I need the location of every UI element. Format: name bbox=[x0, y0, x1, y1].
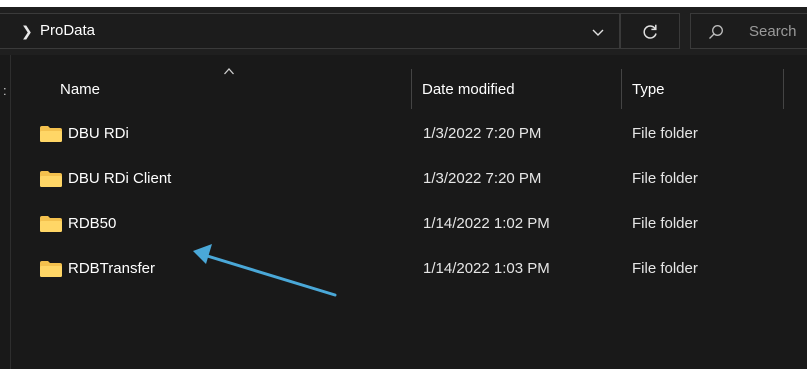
chevron-down-icon[interactable] bbox=[585, 19, 611, 45]
search-input[interactable]: Search bbox=[690, 13, 807, 49]
column-divider[interactable] bbox=[411, 69, 412, 109]
file-date-modified: 1/14/2022 1:03 PM bbox=[423, 260, 550, 277]
column-divider[interactable] bbox=[621, 69, 622, 109]
column-divider[interactable] bbox=[783, 69, 784, 109]
refresh-button[interactable] bbox=[620, 13, 680, 49]
search-placeholder: Search bbox=[749, 23, 797, 40]
sort-ascending-icon bbox=[224, 68, 234, 75]
folder-icon bbox=[40, 261, 62, 277]
folder-icon bbox=[40, 216, 62, 232]
file-row-rdbtransfer[interactable]: RDBTransfer 1/14/2022 1:03 PM File folde… bbox=[10, 246, 807, 291]
address-bar-region: ❯ ProData Search bbox=[0, 7, 807, 55]
folder-icon bbox=[40, 171, 62, 187]
file-date-modified: 1/3/2022 7:20 PM bbox=[423, 125, 542, 142]
file-name[interactable]: DBU RDi bbox=[68, 125, 129, 142]
file-type: File folder bbox=[632, 125, 698, 142]
file-type: File folder bbox=[632, 215, 698, 232]
file-type: File folder bbox=[632, 170, 698, 187]
search-icon bbox=[709, 25, 723, 39]
column-header-name[interactable]: Name bbox=[60, 81, 100, 98]
file-row-rdb50[interactable]: RDB50 1/14/2022 1:02 PM File folder bbox=[10, 201, 807, 246]
file-date-modified: 1/14/2022 1:02 PM bbox=[423, 215, 550, 232]
column-header-type[interactable]: Type bbox=[632, 81, 665, 98]
column-header-row: Name Date modified Type bbox=[10, 67, 807, 111]
file-type: File folder bbox=[632, 260, 698, 277]
column-header-date-modified[interactable]: Date modified bbox=[422, 81, 515, 98]
pane-separator-dots: : bbox=[3, 83, 7, 98]
file-name[interactable]: RDB50 bbox=[68, 215, 116, 232]
file-name[interactable]: DBU RDi Client bbox=[68, 170, 171, 187]
refresh-icon bbox=[643, 24, 657, 39]
file-list-pane: : Name Date modified Type DBU RDi 1/3/20… bbox=[0, 55, 807, 369]
folder-icon bbox=[40, 126, 62, 142]
file-name[interactable]: RDBTransfer bbox=[68, 260, 155, 277]
address-bar[interactable]: ❯ ProData bbox=[0, 13, 620, 49]
file-row-dbu-rdi[interactable]: DBU RDi 1/3/2022 7:20 PM File folder bbox=[10, 111, 807, 156]
breadcrumb-chevron-icon[interactable]: ❯ bbox=[21, 23, 33, 40]
file-date-modified: 1/3/2022 7:20 PM bbox=[423, 170, 542, 187]
file-row-dbu-rdi-client[interactable]: DBU RDi Client 1/3/2022 7:20 PM File fol… bbox=[10, 156, 807, 201]
breadcrumb-prodata[interactable]: ProData bbox=[40, 22, 95, 39]
window-top-edge bbox=[0, 0, 807, 7]
